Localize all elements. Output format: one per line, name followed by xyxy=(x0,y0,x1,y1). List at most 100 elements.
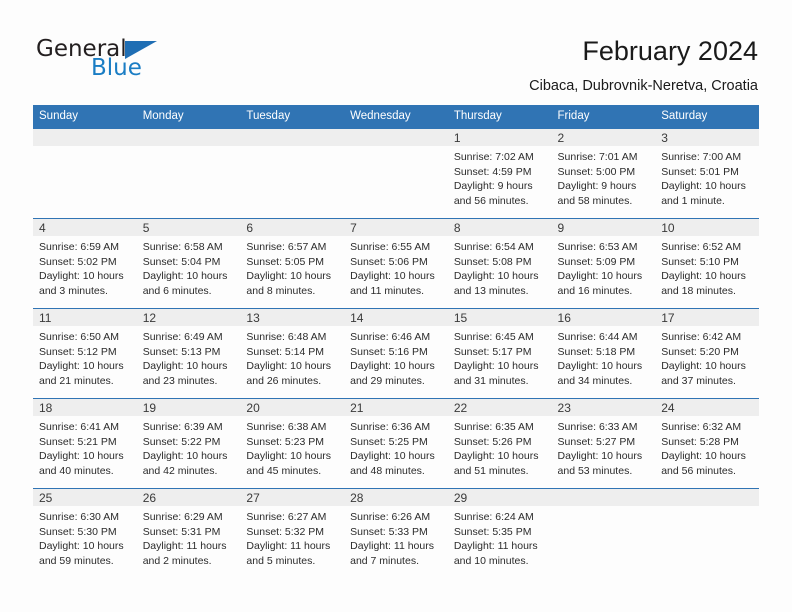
day-detail-line: and 1 minute. xyxy=(661,194,725,207)
day-detail-line: Sunrise: 7:00 AM xyxy=(661,151,742,163)
day-detail-line: Daylight: 10 hours xyxy=(142,450,228,463)
calendar-week-row: 4 Sunrise: 6:59 AM Sunset: 5:02 PM Daylight… xyxy=(33,218,759,309)
day-detail-line: and 42 minutes. xyxy=(142,464,218,477)
page-header: General Blue February 2024 Cibaca, Dubro… xyxy=(0,0,792,100)
calendar-week-row: 25 Sunrise: 6:30 AM Sunset: 5:30 PM Dayligh… xyxy=(33,488,759,579)
calendar-day-cell[interactable]: 15 Sunrise: 6:45 AM Sunset: 5:17 PM Dayligh… xyxy=(447,308,552,399)
day-detail-line: Sunrise: 6:27 AM xyxy=(246,511,327,523)
calendar-day-cell[interactable]: 19 Sunrise: 6:39 AM Sunset: 5:22 PM Dayligh… xyxy=(136,398,241,489)
weekday-header-saturday: Saturday xyxy=(655,105,759,129)
day-detail-line: and 6 minutes. xyxy=(142,284,212,297)
calendar-day-cell[interactable]: 27 Sunrise: 6:27 AM Sunset: 5:32 PM Dayligh… xyxy=(240,488,345,579)
day-number xyxy=(33,129,137,146)
calendar-day-cell[interactable]: 1 Sunrise: 7:02 AM Sunset: 4:59 PM Daylight… xyxy=(447,128,552,219)
calendar-day-cell[interactable]: 22 Sunrise: 6:35 AM Sunset: 5:26 PM Dayligh… xyxy=(447,398,552,489)
day-number: 21 xyxy=(344,399,448,416)
calendar-day-cell[interactable]: 3 Sunrise: 7:00 AM Sunset: 5:01 PM Daylight… xyxy=(655,128,759,219)
day-detail-line: Sunrise: 6:49 AM xyxy=(142,331,223,343)
day-details: Sunrise: 6:30 AM Sunset: 5:30 PM Daylight:… xyxy=(33,506,137,568)
calendar-day-cell[interactable]: 28 Sunrise: 6:26 AM Sunset: 5:33 PM Dayligh… xyxy=(344,488,448,579)
day-number xyxy=(240,129,345,146)
day-details: Sunrise: 6:26 AM Sunset: 5:33 PM Daylight:… xyxy=(344,506,448,568)
calendar-day-cell[interactable]: 26 Sunrise: 6:29 AM Sunset: 5:31 PM Dayligh… xyxy=(136,488,241,579)
day-detail-line: Sunset: 5:08 PM xyxy=(453,255,532,268)
day-detail-line: Sunrise: 6:59 AM xyxy=(39,241,119,253)
day-number: 2 xyxy=(551,129,656,146)
calendar-day-cell[interactable]: 2 Sunrise: 7:01 AM Sunset: 5:00 PM Daylight… xyxy=(551,128,656,219)
calendar-day-cell[interactable]: 23 Sunrise: 6:33 AM Sunset: 5:27 PM Dayligh… xyxy=(551,398,656,489)
calendar-page: General Blue February 2024 Cibaca, Dubro… xyxy=(0,0,792,612)
day-detail-line: Daylight: 11 hours xyxy=(453,540,538,553)
day-details xyxy=(33,146,137,150)
day-details: Sunrise: 6:55 AM Sunset: 5:06 PM Daylight:… xyxy=(344,236,448,298)
day-details: Sunrise: 7:00 AM Sunset: 5:01 PM Daylight:… xyxy=(655,146,759,208)
day-detail-line: Sunrise: 6:35 AM xyxy=(453,421,534,433)
calendar-header-row: Sunday Monday Tuesday Wednesday Thursday Frid… xyxy=(33,105,759,129)
calendar-day-cell[interactable]: 12 Sunrise: 6:49 AM Sunset: 5:13 PM Dayligh… xyxy=(136,308,241,399)
day-detail-line: Daylight: 10 hours xyxy=(557,450,643,463)
calendar-day-cell[interactable]: 21 Sunrise: 6:36 AM Sunset: 5:25 PM Dayligh… xyxy=(344,398,448,489)
day-detail-line: Sunrise: 6:44 AM xyxy=(557,331,638,343)
day-detail-line: Sunset: 5:27 PM xyxy=(557,435,636,448)
day-number xyxy=(136,129,241,146)
calendar-day-cell[interactable]: 20 Sunrise: 6:38 AM Sunset: 5:23 PM Dayligh… xyxy=(240,398,345,489)
day-detail-line: Daylight: 10 hours xyxy=(350,270,435,283)
day-detail-line: and 51 minutes. xyxy=(453,464,529,477)
day-detail-line: Sunrise: 6:32 AM xyxy=(661,421,742,433)
day-detail-line: Sunrise: 6:38 AM xyxy=(246,421,327,433)
calendar-day-cell[interactable]: 24 Sunrise: 6:32 AM Sunset: 5:28 PM Dayligh… xyxy=(655,398,759,489)
day-number: 10 xyxy=(655,219,759,236)
calendar-day-cell[interactable]: 18 Sunrise: 6:41 AM Sunset: 5:21 PM Dayligh… xyxy=(33,398,137,489)
weekday-header-friday: Friday xyxy=(551,105,656,129)
day-number: 6 xyxy=(240,219,345,236)
day-detail-line: and 5 minutes. xyxy=(246,554,316,567)
day-detail-line: Daylight: 10 hours xyxy=(246,270,332,283)
calendar-day-cell[interactable]: 16 Sunrise: 6:44 AM Sunset: 5:18 PM Dayligh… xyxy=(551,308,656,399)
day-detail-line: and 3 minutes. xyxy=(39,284,108,297)
day-details: Sunrise: 6:48 AM Sunset: 5:14 PM Daylight:… xyxy=(240,326,344,388)
day-number: 7 xyxy=(344,219,448,236)
calendar-day-cell[interactable]: 25 Sunrise: 6:30 AM Sunset: 5:30 PM Dayligh… xyxy=(33,488,137,579)
day-detail-line: Sunrise: 6:24 AM xyxy=(453,511,534,523)
weekday-header-thursday: Thursday xyxy=(447,105,552,129)
day-detail-line: and 56 minutes. xyxy=(661,464,736,477)
calendar-day-cell[interactable]: 17 Sunrise: 6:42 AM Sunset: 5:20 PM Dayligh… xyxy=(655,308,759,399)
day-detail-line: Sunset: 5:22 PM xyxy=(142,435,221,448)
day-details xyxy=(655,506,759,510)
calendar-day-cell[interactable]: 4 Sunrise: 6:59 AM Sunset: 5:02 PM Daylight… xyxy=(33,218,137,309)
day-number: 12 xyxy=(136,309,241,326)
calendar-day-cell[interactable]: 14 Sunrise: 6:46 AM Sunset: 5:16 PM Dayligh… xyxy=(344,308,448,399)
calendar-day-cell[interactable]: 7 Sunrise: 6:55 AM Sunset: 5:06 PM Daylight… xyxy=(344,218,448,309)
day-detail-line: Sunset: 5:13 PM xyxy=(142,345,221,358)
calendar-day-cell[interactable]: 8 Sunrise: 6:54 AM Sunset: 5:08 PM Daylight… xyxy=(447,218,552,309)
day-number: 27 xyxy=(240,489,345,506)
day-detail-line: Sunset: 5:04 PM xyxy=(142,255,221,268)
day-detail-line: and 59 minutes. xyxy=(39,554,114,567)
calendar-day-cell[interactable]: 10 Sunrise: 6:52 AM Sunset: 5:10 PM Dayligh… xyxy=(655,218,759,309)
day-details: Sunrise: 6:57 AM Sunset: 5:05 PM Daylight:… xyxy=(240,236,344,298)
day-details: Sunrise: 6:53 AM Sunset: 5:09 PM Daylight:… xyxy=(552,236,656,298)
day-number: 3 xyxy=(655,129,759,146)
calendar-day-cell[interactable]: 6 Sunrise: 6:57 AM Sunset: 5:05 PM Daylight… xyxy=(240,218,345,309)
calendar-day-cell-empty xyxy=(33,128,137,219)
calendar-day-cell[interactable]: 11 Sunrise: 6:50 AM Sunset: 5:12 PM Dayligh… xyxy=(33,308,137,399)
day-detail-line: Daylight: 10 hours xyxy=(246,360,332,373)
day-number xyxy=(344,129,448,146)
day-details: Sunrise: 6:42 AM Sunset: 5:20 PM Daylight:… xyxy=(655,326,759,388)
day-detail-line: and 2 minutes. xyxy=(142,554,212,567)
calendar-day-cell[interactable]: 13 Sunrise: 6:48 AM Sunset: 5:14 PM Dayligh… xyxy=(240,308,345,399)
day-detail-line: Sunset: 5:06 PM xyxy=(350,255,428,268)
day-detail-line: Sunset: 5:21 PM xyxy=(39,435,117,448)
day-number: 11 xyxy=(33,309,137,326)
calendar-day-cell[interactable]: 9 Sunrise: 6:53 AM Sunset: 5:09 PM Daylight… xyxy=(551,218,656,309)
day-detail-line: Daylight: 10 hours xyxy=(661,360,746,373)
day-detail-line: Daylight: 11 hours xyxy=(142,540,227,553)
day-details: Sunrise: 6:33 AM Sunset: 5:27 PM Daylight:… xyxy=(552,416,656,478)
day-detail-line: and 48 minutes. xyxy=(350,464,425,477)
calendar-day-cell[interactable]: 5 Sunrise: 6:58 AM Sunset: 5:04 PM Daylight… xyxy=(136,218,241,309)
day-detail-line: and 7 minutes. xyxy=(350,554,419,567)
day-detail-line: Sunrise: 6:50 AM xyxy=(39,331,119,343)
day-detail-line: Daylight: 10 hours xyxy=(453,360,539,373)
day-detail-line: Daylight: 10 hours xyxy=(39,540,124,553)
calendar-day-cell[interactable]: 29 Sunrise: 6:24 AM Sunset: 5:35 PM Dayligh… xyxy=(447,488,552,579)
